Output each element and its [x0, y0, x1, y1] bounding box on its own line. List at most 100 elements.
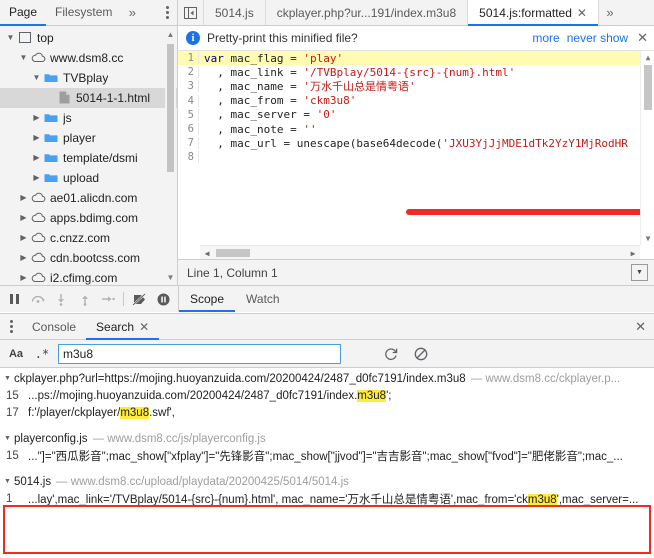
- source-tab-5014-js[interactable]: 5014.js: [204, 0, 266, 25]
- tree-item-5014-1-1-html[interactable]: ▶ 5014-1-1.html: [0, 87, 177, 108]
- close-icon[interactable]: ✕: [637, 30, 648, 46]
- scroll-down-arrow-icon[interactable]: ▼: [641, 232, 654, 245]
- scroll-up-arrow-icon[interactable]: ▲: [165, 28, 176, 40]
- tree-item-top[interactable]: ▼ top: [0, 28, 177, 48]
- step-icon[interactable]: [97, 288, 118, 310]
- twisty-open-icon[interactable]: ▼: [4, 435, 14, 442]
- tree-item-tvbplay[interactable]: ▼ TVBplay: [0, 68, 177, 88]
- search-result-filename: ckplayer.php?url=https://mojing.huoyanzu…: [14, 372, 466, 385]
- scroll-up-arrow-icon[interactable]: ▲: [641, 51, 654, 64]
- twisty-closed-icon[interactable]: ▶: [30, 153, 43, 162]
- kebab-menu-icon[interactable]: [0, 314, 22, 339]
- step-into-icon[interactable]: [51, 288, 72, 310]
- search-result-match[interactable]: 17 f:'/player/ckplayer/m3u8.swf',: [0, 404, 654, 421]
- tree-item-apps-bdimg-com[interactable]: ▶ apps.bdimg.com: [0, 208, 177, 228]
- show-console-drawer-icon[interactable]: ▼: [631, 264, 648, 281]
- code-text: , mac_from = 'ckm3u8': [204, 94, 357, 108]
- code-line[interactable]: 2 , mac_link = '/TVBplay/5014-{src}-{num…: [178, 65, 640, 79]
- search-match-highlight: m3u8: [357, 389, 387, 402]
- twisty-closed-icon[interactable]: ▶: [17, 273, 30, 282]
- pause-circle-icon[interactable]: [153, 288, 174, 310]
- twisty-open-icon[interactable]: ▼: [4, 478, 14, 485]
- use-regex-toggle[interactable]: .*: [32, 344, 52, 364]
- drawer-close-icon[interactable]: ✕: [627, 314, 654, 339]
- step-over-icon[interactable]: [27, 288, 48, 310]
- code-line[interactable]: 3 , mac_name = '万水千山总是情粤语': [178, 79, 640, 93]
- tree-item-template-dsmi[interactable]: ▶ template/dsmi: [0, 148, 177, 168]
- tree-item-label: i2.cfimg.com: [50, 270, 118, 285]
- code-line[interactable]: 1 var mac_flag = 'play': [178, 51, 640, 66]
- scrollbar-thumb[interactable]: [644, 65, 652, 110]
- drawer-tab-console[interactable]: Console: [22, 314, 86, 339]
- chevron-double-right-icon[interactable]: »: [599, 0, 621, 25]
- kebab-menu-icon[interactable]: [157, 0, 177, 25]
- twisty-open-icon[interactable]: ▼: [4, 375, 14, 382]
- twisty-open-icon[interactable]: ▼: [17, 53, 30, 62]
- code-line[interactable]: 6 , mac_note = '': [178, 122, 640, 136]
- tree-item-i2-cfimg-com[interactable]: ▶ i2.cfimg.com: [0, 268, 177, 285]
- twisty-closed-icon[interactable]: ▶: [30, 113, 43, 122]
- tree-item-c-cnzz-com[interactable]: ▶ c.cnzz.com: [0, 228, 177, 248]
- nav-tab-filesystem[interactable]: Filesystem: [46, 0, 121, 25]
- close-icon[interactable]: ✕: [139, 321, 149, 333]
- tree-item-ae01-alicdn-com[interactable]: ▶ ae01.alicdn.com: [0, 188, 177, 208]
- tab-watch[interactable]: Watch: [235, 286, 291, 312]
- code-line[interactable]: 8: [178, 150, 640, 164]
- code-line[interactable]: 7 , mac_url = unescape(base64decode('JXU…: [178, 136, 640, 150]
- twisty-closed-icon[interactable]: ▶: [17, 213, 30, 222]
- tree-item-cdn-bootcss-com[interactable]: ▶ cdn.bootcss.com: [0, 248, 177, 268]
- navigator-tabbar: Page Filesystem »: [0, 0, 177, 26]
- tree-item-js[interactable]: ▶ js: [0, 108, 177, 128]
- search-result-file-header[interactable]: ▼ 5014.js — www.dsm8.cc/upload/playdata/…: [0, 473, 654, 490]
- scroll-down-arrow-icon[interactable]: ▼: [165, 271, 176, 283]
- chevron-double-right-icon[interactable]: »: [121, 0, 143, 25]
- code-editor[interactable]: 1 var mac_flag = 'play' 2 , mac_link = '…: [178, 51, 654, 259]
- twisty-none-icon: ▶: [43, 94, 56, 102]
- source-tab-ckplayer-php[interactable]: ckplayer.php?ur...191/index.m3u8: [266, 0, 469, 25]
- search-result-file-header[interactable]: ▼ playerconfig.js — www.dsm8.cc/js/playe…: [0, 430, 654, 447]
- search-result-match[interactable]: 1 ...lay',mac_link='/TVBplay/5014-{src}-…: [0, 490, 654, 507]
- scrollbar-thumb[interactable]: [216, 249, 250, 257]
- search-result-file-header[interactable]: ▼ ckplayer.php?url=https://mojing.huoyan…: [0, 370, 654, 387]
- nav-tab-page[interactable]: Page: [0, 0, 47, 26]
- pause-icon[interactable]: [4, 288, 25, 310]
- tree-item-label: c.cnzz.com: [50, 230, 111, 245]
- step-out-icon[interactable]: [74, 288, 95, 310]
- clear-icon[interactable]: [409, 344, 433, 364]
- infobar-more-link[interactable]: more: [532, 31, 559, 45]
- twisty-closed-icon[interactable]: ▶: [17, 193, 30, 202]
- code-editor-content[interactable]: 1 var mac_flag = 'play' 2 , mac_link = '…: [178, 51, 640, 245]
- tab-scope[interactable]: Scope: [179, 286, 236, 312]
- refresh-icon[interactable]: [379, 344, 403, 364]
- navigator-scrollbar[interactable]: ▲ ▼: [165, 28, 176, 283]
- breakpoint-slash-icon[interactable]: [129, 288, 150, 310]
- twisty-closed-icon[interactable]: ▶: [30, 133, 43, 142]
- search-input[interactable]: [58, 343, 341, 364]
- match-case-toggle[interactable]: Aa: [6, 344, 26, 364]
- tree-item-www-dsm8-cc[interactable]: ▼ www.dsm8.cc: [0, 48, 177, 68]
- navigator-tree[interactable]: ▼ top ▼ www.dsm8.cc ▼ TVBplay 5014-1-1.h…: [0, 25, 177, 285]
- drawer-tab-search[interactable]: Search ✕: [86, 314, 160, 340]
- close-icon[interactable]: ✕: [577, 7, 587, 19]
- code-line[interactable]: 4 , mac_from = 'ckm3u8': [178, 94, 640, 108]
- source-tab-5014-js-formatted[interactable]: 5014.js:formatted ✕: [468, 0, 599, 26]
- scroll-right-arrow-icon[interactable]: ▶: [626, 246, 640, 259]
- scroll-left-arrow-icon[interactable]: ◀: [200, 246, 214, 259]
- twisty-open-icon[interactable]: ▼: [30, 73, 43, 82]
- tree-item-label: TVBplay: [63, 70, 109, 85]
- twisty-open-icon[interactable]: ▼: [4, 33, 17, 42]
- twisty-closed-icon[interactable]: ▶: [17, 233, 30, 242]
- editor-vertical-scrollbar[interactable]: ▲ ▼: [640, 51, 654, 245]
- show-navigator-icon[interactable]: [178, 0, 204, 25]
- twisty-closed-icon[interactable]: ▶: [17, 253, 30, 262]
- infobar-never-show-link[interactable]: never show: [567, 31, 628, 45]
- code-line[interactable]: 5 , mac_server = '0': [178, 108, 640, 122]
- search-result-match[interactable]: 15 ..."]="西瓜影音";mac_show["xfplay"]="先锋影音…: [0, 447, 654, 464]
- tree-item-player[interactable]: ▶ player: [0, 128, 177, 148]
- search-results-list[interactable]: ▼ ckplayer.php?url=https://mojing.huoyan…: [0, 368, 654, 558]
- twisty-closed-icon[interactable]: ▶: [30, 173, 43, 182]
- search-result-match[interactable]: 15 ...ps://mojing.huoyanzuida.com/202004…: [0, 387, 654, 404]
- scrollbar-thumb[interactable]: [167, 44, 174, 172]
- tree-item-upload[interactable]: ▶ upload: [0, 168, 177, 188]
- editor-horizontal-scrollbar[interactable]: ◀ ▶: [200, 245, 640, 259]
